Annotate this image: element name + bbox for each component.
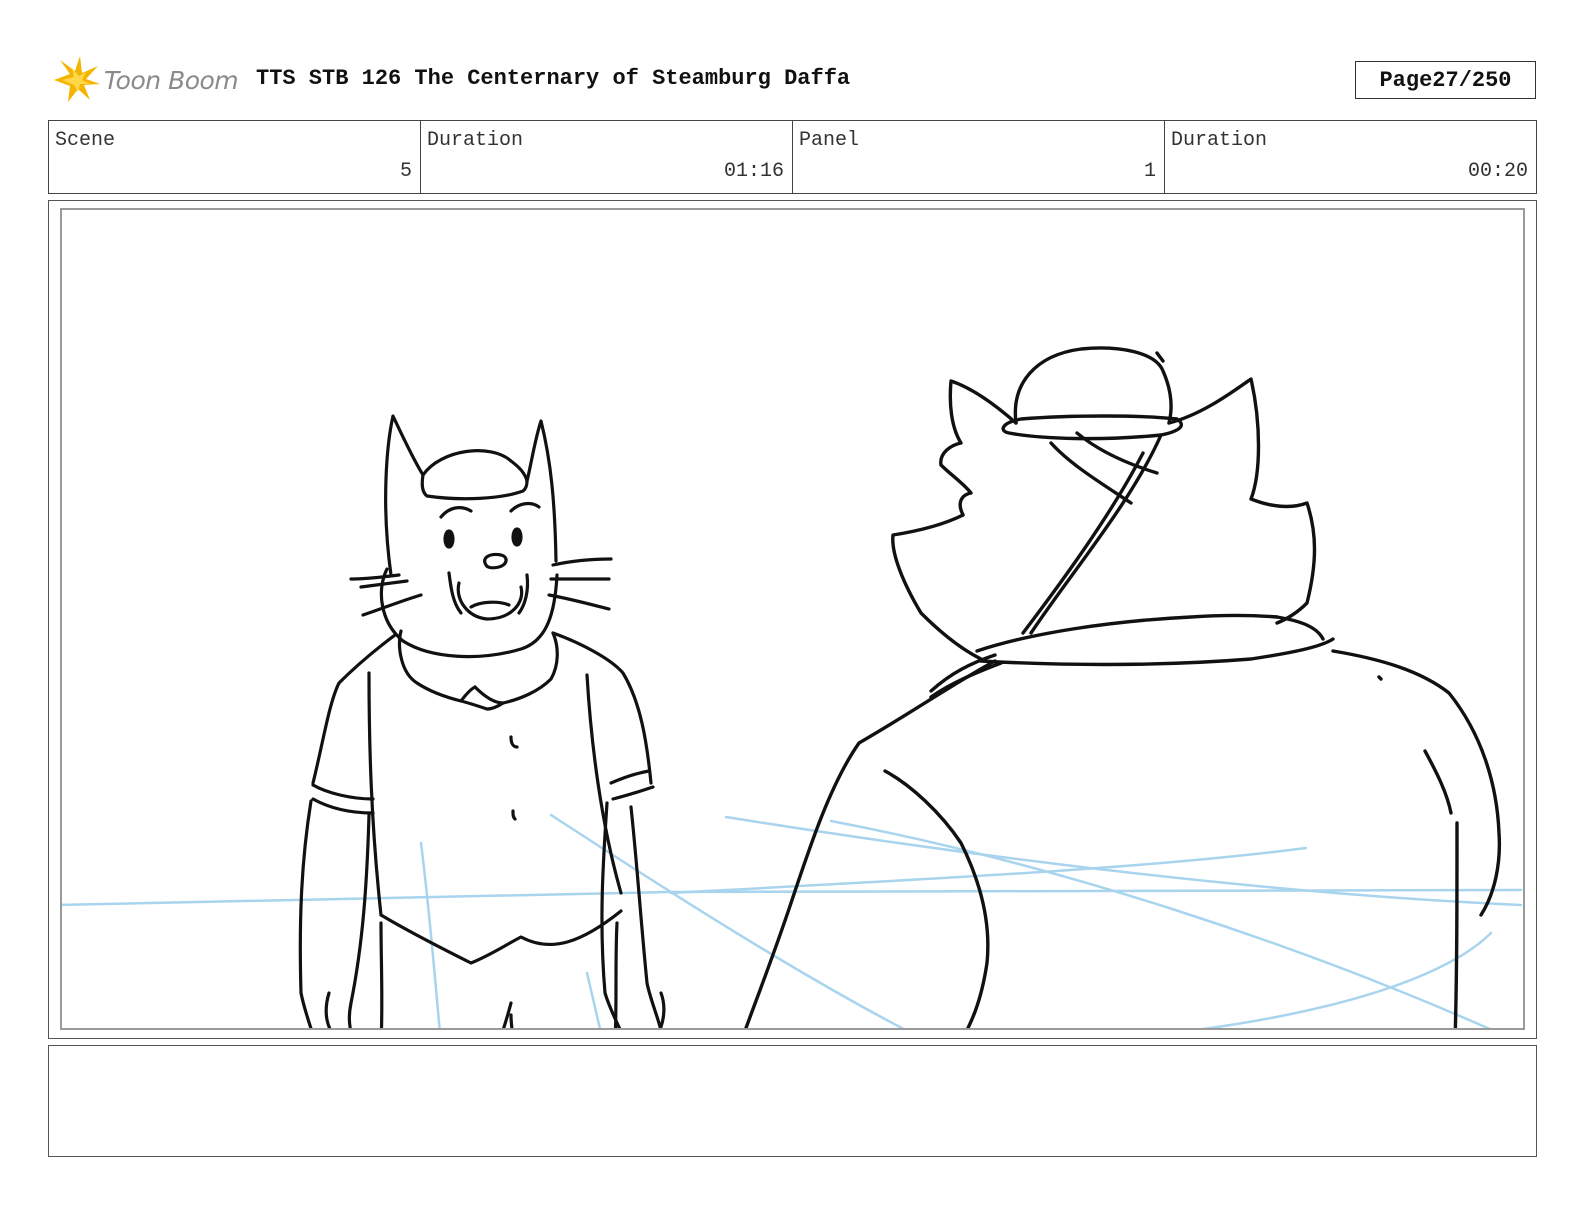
page-indicator: Page 27/250 — [1355, 61, 1536, 99]
storyboard-panel — [48, 200, 1537, 1039]
scene-label: Scene — [55, 129, 116, 152]
scene-value: 5 — [399, 160, 412, 183]
perspective-guides — [62, 813, 1523, 1028]
large-character-right — [744, 346, 1502, 1028]
page-label: Page — [1379, 67, 1433, 93]
panel-duration-label: Duration — [1171, 129, 1268, 152]
panel-cell: Panel 1 — [793, 121, 1165, 193]
sketch-drawing — [62, 346, 1523, 1028]
scene-duration-label: Duration — [427, 129, 524, 152]
starburst-icon — [54, 56, 100, 102]
toon-boom-logo: Toon Boom — [50, 54, 239, 106]
scene-info-table: Scene 5 Duration 01:16 Panel 1 Duration … — [48, 120, 1537, 194]
panel-duration-cell: Duration 00:20 — [1165, 121, 1536, 193]
panel-label: Panel — [799, 129, 860, 152]
scene-duration-cell: Duration 01:16 — [421, 121, 793, 193]
panel-safe-area — [60, 208, 1525, 1030]
panel-duration-value: 00:20 — [1467, 160, 1528, 183]
scene-duration-value: 01:16 — [723, 160, 784, 183]
page-number: 27/250 — [1432, 67, 1512, 93]
logo-text: Toon Boom — [104, 65, 239, 95]
panel-value: 1 — [1143, 160, 1156, 183]
document-title: TTS STB 126 The Centernary of Steamburg … — [256, 66, 851, 91]
scene-cell: Scene 5 — [49, 121, 421, 193]
panel-notes-box — [48, 1045, 1537, 1157]
cat-character-left — [298, 414, 666, 1028]
